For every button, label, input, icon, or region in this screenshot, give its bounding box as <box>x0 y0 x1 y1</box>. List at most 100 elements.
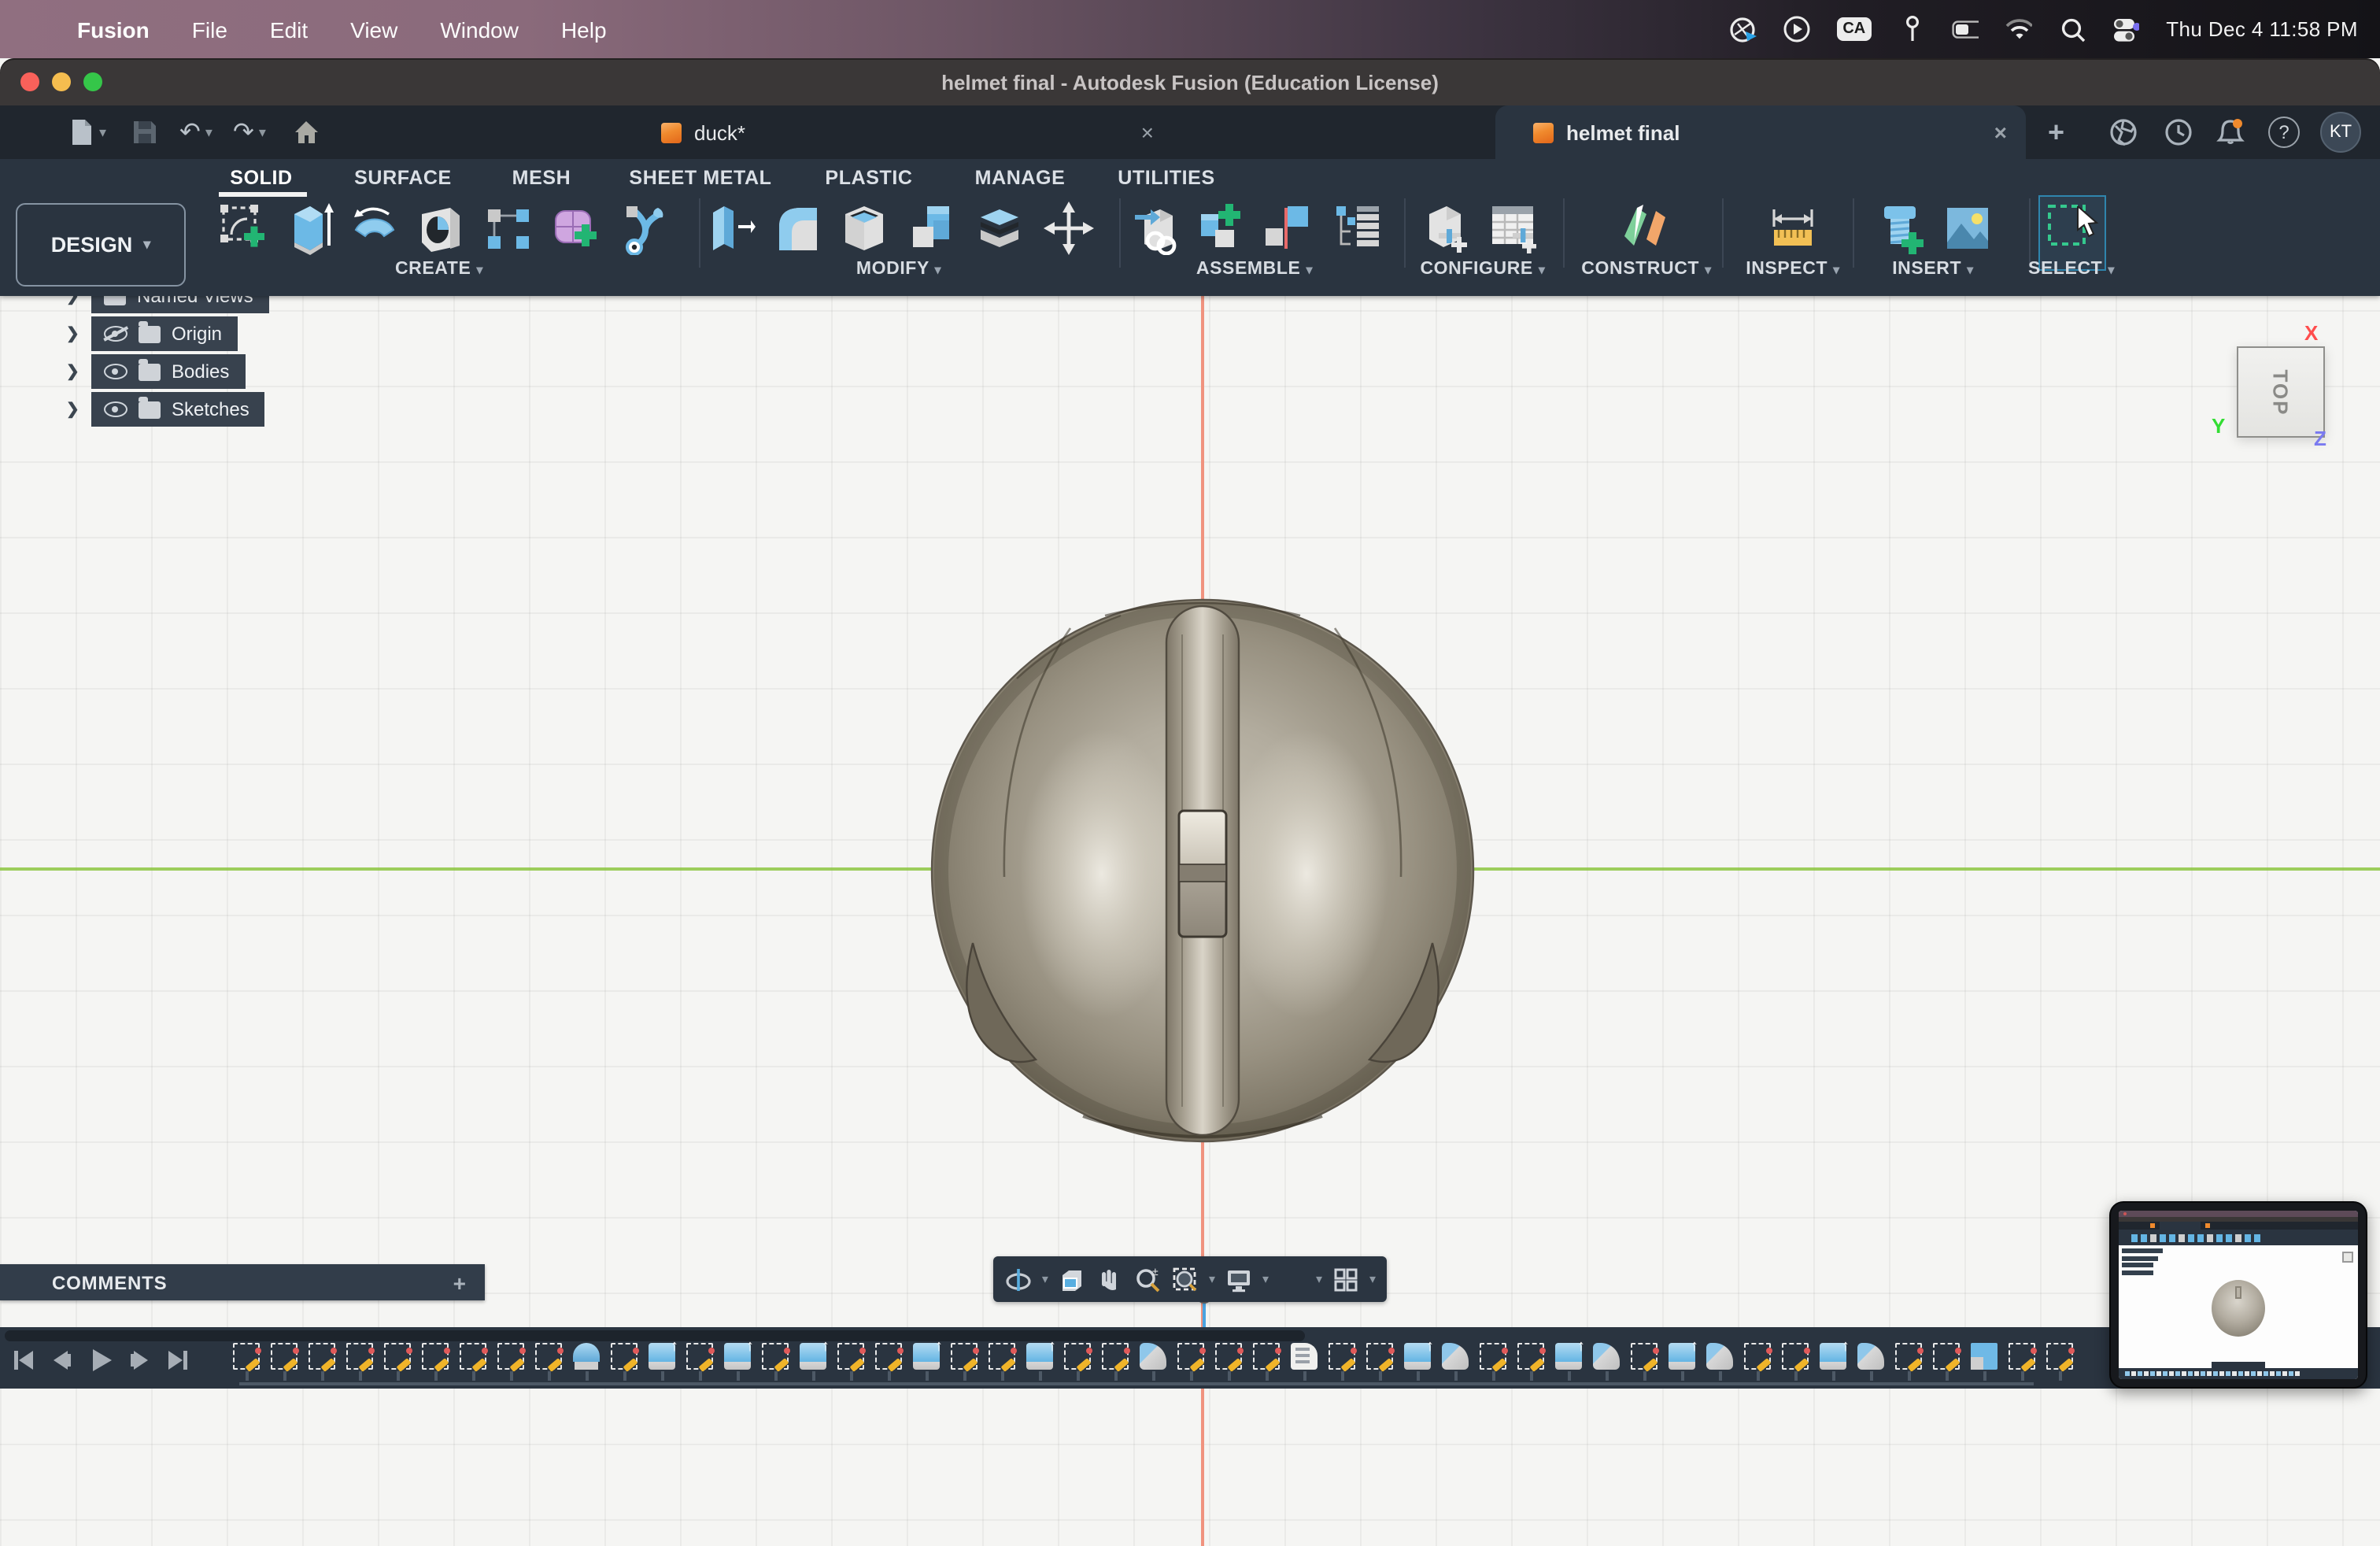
tree-label[interactable]: Bodies <box>172 361 229 383</box>
timeline-feature-sketch[interactable] <box>1253 1343 1280 1381</box>
viewports-caret-icon[interactable]: ▾ <box>1369 1272 1376 1286</box>
save-icon[interactable] <box>132 105 157 159</box>
insert-fastener-button[interactable] <box>1876 202 1927 255</box>
hole-button[interactable] <box>416 202 466 255</box>
timeline-feature-sketch[interactable] <box>1895 1343 1922 1381</box>
spotlight-search-icon[interactable] <box>2059 16 2086 43</box>
shell-button[interactable] <box>839 202 889 255</box>
creative-cloud-icon[interactable] <box>1729 16 1756 43</box>
menu-file[interactable]: File <box>192 17 227 42</box>
help-icon[interactable]: ? <box>2268 117 2300 148</box>
add-comment-icon[interactable]: + <box>453 1270 466 1295</box>
fillet-button[interactable] <box>773 202 823 255</box>
timeline-feature-sketch[interactable] <box>1782 1343 1809 1381</box>
orbit-icon[interactable] <box>1004 1265 1033 1293</box>
timeline-scrollbar[interactable] <box>5 1330 1305 1341</box>
timeline-feature-sketch[interactable] <box>384 1343 411 1381</box>
step-back-button[interactable] <box>50 1349 72 1371</box>
group-label-create[interactable]: CREATE ▾ <box>395 260 483 279</box>
recent-clock-icon[interactable] <box>2164 105 2193 159</box>
timeline-feature-sketch[interactable] <box>1177 1343 1204 1381</box>
menu-window[interactable]: Window <box>440 17 519 42</box>
timeline-feature-sketch[interactable] <box>2046 1343 2073 1381</box>
tab-solid[interactable]: SOLID <box>230 167 292 189</box>
timeline-feature-fillet[interactable] <box>1140 1343 1166 1381</box>
bom-button[interactable] <box>1333 202 1384 255</box>
timeline-feature-sketch[interactable] <box>837 1343 864 1381</box>
group-label-construct[interactable]: CONSTRUCT ▾ <box>1581 260 1711 279</box>
view-cube[interactable]: TOP <box>2237 346 2325 438</box>
timeline-feature-sketch[interactable] <box>951 1343 978 1381</box>
generative-design-button[interactable] <box>620 202 671 255</box>
eye-off-icon[interactable] <box>104 326 128 342</box>
tab-mesh[interactable]: MESH <box>512 167 571 189</box>
screen-mirror-preview[interactable] <box>2109 1201 2367 1389</box>
battery-icon[interactable] <box>1952 16 1979 43</box>
group-label-configure[interactable]: CONFIGURE ▾ <box>1420 260 1545 279</box>
timeline-feature-extrude[interactable] <box>913 1343 940 1381</box>
timeline-feature-sketch[interactable] <box>535 1343 562 1381</box>
zoom-window-button[interactable] <box>83 72 102 91</box>
menu-edit[interactable]: Edit <box>270 17 308 42</box>
timeline-feature-fillet[interactable] <box>1593 1343 1620 1381</box>
timeline-feature-sketch[interactable] <box>422 1343 449 1381</box>
extrude-button[interactable] <box>285 202 335 255</box>
tab-sheet-metal[interactable]: SHEET METAL <box>629 167 771 189</box>
timeline-feature-split[interactable] <box>1971 1343 1998 1381</box>
timeline-feature-sketch[interactable] <box>1366 1343 1393 1381</box>
group-label-inspect[interactable]: INSPECT ▾ <box>1746 260 1840 279</box>
timeline-feature-revolve[interactable] <box>573 1343 600 1381</box>
home-icon[interactable] <box>293 105 320 159</box>
ca-input-badge[interactable]: CA <box>1836 17 1872 41</box>
tree-label[interactable]: Origin <box>172 323 222 345</box>
timeline-feature-sketch[interactable] <box>1329 1343 1355 1381</box>
tab-surface[interactable]: SURFACE <box>354 167 452 189</box>
grid-display-icon[interactable] <box>1278 1265 1306 1293</box>
timeline-feature-sketch[interactable] <box>1933 1343 1960 1381</box>
tree-row-origin[interactable]: ❯ Origin <box>91 316 238 351</box>
control-center-icon[interactable] <box>2112 16 2139 43</box>
timeline-feature-extrude[interactable] <box>1404 1343 1431 1381</box>
combine-button[interactable] <box>907 202 957 255</box>
tab-plastic[interactable]: PLASTIC <box>825 167 912 189</box>
timeline-feature-sketch[interactable] <box>1102 1343 1129 1381</box>
timeline-feature-fillet[interactable] <box>1857 1343 1884 1381</box>
timeline-feature-sketch[interactable] <box>346 1343 373 1381</box>
close-tab-icon[interactable]: × <box>1141 120 1173 145</box>
expand-chevron-icon[interactable]: ❯ <box>66 363 79 380</box>
measure-button[interactable] <box>1768 202 1818 255</box>
comments-bar[interactable]: COMMENTS + <box>0 1264 485 1300</box>
menu-fusion[interactable]: Fusion <box>77 17 150 42</box>
timeline-feature-sketch[interactable] <box>233 1343 260 1381</box>
app-grid-icon[interactable] <box>16 120 39 143</box>
play-circle-icon[interactable] <box>1783 16 1809 43</box>
expand-chevron-icon[interactable]: ❯ <box>66 325 79 342</box>
timeline-feature-sketch[interactable] <box>611 1343 638 1381</box>
display-caret-icon[interactable]: ▾ <box>1262 1272 1269 1286</box>
group-label-insert[interactable]: INSERT ▾ <box>1892 260 1974 279</box>
tab-manage[interactable]: MANAGE <box>975 167 1066 189</box>
revolve-button[interactable] <box>349 202 400 255</box>
helmet-3d-model[interactable] <box>919 587 1486 1154</box>
construct-plane-button[interactable] <box>1618 202 1669 255</box>
skip-to-start-button[interactable] <box>13 1349 35 1371</box>
split-body-button[interactable] <box>974 202 1025 255</box>
timeline-feature-sketch[interactable] <box>989 1343 1015 1381</box>
timeline-feature-fillet[interactable] <box>1706 1343 1733 1381</box>
fit-icon[interactable] <box>1171 1265 1199 1293</box>
fit-caret-icon[interactable]: ▾ <box>1209 1272 1215 1286</box>
redo-icon[interactable]: ↷▾ <box>233 105 266 159</box>
timeline-feature-sketch[interactable] <box>271 1343 298 1381</box>
press-pull-button[interactable] <box>705 202 756 255</box>
minimize-window-button[interactable] <box>52 72 71 91</box>
pattern-button[interactable] <box>483 202 534 255</box>
undo-icon[interactable]: ↶▾ <box>179 105 213 159</box>
zoom-icon[interactable]: ± <box>1133 1265 1162 1293</box>
timeline-feature-sketch[interactable] <box>762 1343 789 1381</box>
pan-icon[interactable] <box>1096 1265 1124 1293</box>
display-settings-icon[interactable] <box>1225 1265 1253 1293</box>
timeline-feature-sketch[interactable] <box>1064 1343 1091 1381</box>
configuration-table-button[interactable] <box>1488 202 1538 255</box>
create-sketch-button[interactable] <box>217 202 268 255</box>
timeline-feature-thread[interactable] <box>1291 1343 1318 1381</box>
